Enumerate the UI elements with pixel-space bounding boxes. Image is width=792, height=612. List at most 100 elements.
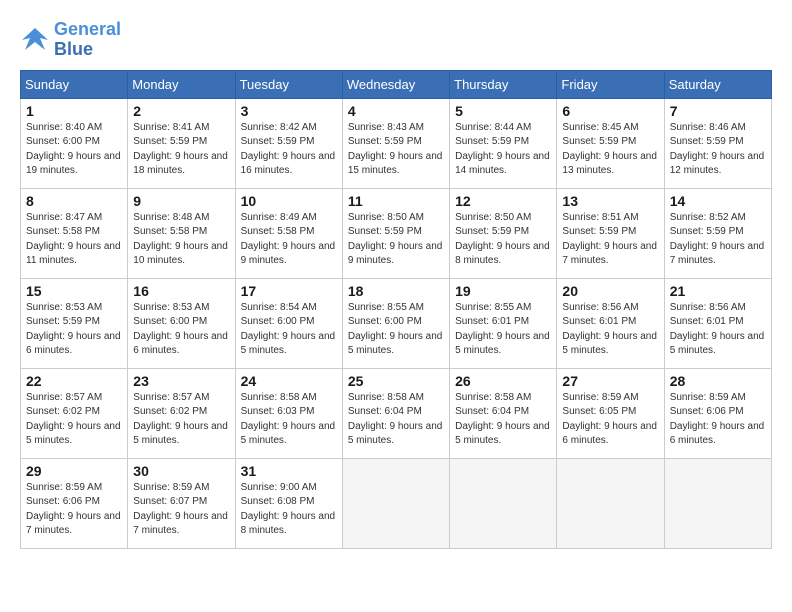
calendar-day-cell: 9 Sunrise: 8:48 AMSunset: 5:58 PMDaylight… <box>128 188 235 278</box>
calendar-day-cell: 17Sunrise: 8:54 AMSunset: 6:00 PMDayligh… <box>235 278 342 368</box>
calendar-day-cell: 15 Sunrise: 8:53 AMSunset: 5:59 PMDayligh… <box>21 278 128 368</box>
day-info: Sunrise: 8:49 AMSunset: 5:58 PMDaylight:… <box>241 211 337 269</box>
day-number: 9 <box>133 193 229 209</box>
day-number: 31 <box>241 463 337 479</box>
calendar-day-cell <box>342 458 449 548</box>
calendar-header-row: SundayMondayTuesdayWednesdayThursdayFrid… <box>21 70 772 98</box>
day-number: 2 <box>133 103 229 119</box>
calendar-header-day: Monday <box>128 70 235 98</box>
calendar-header-day: Wednesday <box>342 70 449 98</box>
day-number: 17 <box>241 283 337 299</box>
day-number: 11 <box>348 193 444 209</box>
logo-icon <box>20 26 50 54</box>
calendar-day-cell: 28Sunrise: 8:59 AMSunset: 6:06 PMDayligh… <box>664 368 771 458</box>
day-number: 22 <box>26 373 122 389</box>
calendar-day-cell: 12Sunrise: 8:50 AMSunset: 5:59 PMDayligh… <box>450 188 557 278</box>
logo: General Blue <box>20 20 121 60</box>
day-info: Sunrise: 8:44 AMSunset: 5:59 PMDaylight:… <box>455 121 551 179</box>
calendar-day-cell: 14 Sunrise: 8:52 AMSunset: 5:59 PMDayligh… <box>664 188 771 278</box>
calendar-day-cell: 4 Sunrise: 8:43 AMSunset: 5:59 PMDaylight… <box>342 98 449 188</box>
calendar-day-cell: 11Sunrise: 8:50 AMSunset: 5:59 PMDayligh… <box>342 188 449 278</box>
calendar-body: 1Sunrise: 8:40 AMSunset: 6:00 PMDaylight… <box>21 98 772 548</box>
calendar-header-day: Tuesday <box>235 70 342 98</box>
day-number: 8 <box>26 193 122 209</box>
calendar-day-cell <box>557 458 664 548</box>
calendar-header-day: Thursday <box>450 70 557 98</box>
calendar-day-cell: 18 Sunrise: 8:55 AMSunset: 6:00 PMDayligh… <box>342 278 449 368</box>
day-number: 20 <box>562 283 658 299</box>
calendar-day-cell: 20 Sunrise: 8:56 AMSunset: 6:01 PMDayligh… <box>557 278 664 368</box>
calendar-day-cell: 25 Sunrise: 8:58 AMSunset: 6:04 PMDayligh… <box>342 368 449 458</box>
calendar-header-day: Saturday <box>664 70 771 98</box>
day-info: Sunrise: 8:43 AMSunset: 5:59 PMDaylight:… <box>348 121 444 179</box>
calendar-week-row: 29Sunrise: 8:59 AMSunset: 6:06 PMDayligh… <box>21 458 772 548</box>
day-info: Sunrise: 8:58 AMSunset: 6:04 PMDaylight:… <box>348 391 444 449</box>
day-info: Sunrise: 8:45 AMSunset: 5:59 PMDaylight:… <box>562 121 658 179</box>
day-info: Sunrise: 8:55 AMSunset: 6:00 PMDaylight:… <box>348 301 444 359</box>
day-number: 23 <box>133 373 229 389</box>
day-number: 5 <box>455 103 551 119</box>
calendar-day-cell: 10 Sunrise: 8:49 AMSunset: 5:58 PMDayligh… <box>235 188 342 278</box>
day-number: 12 <box>455 193 551 209</box>
day-number: 24 <box>241 373 337 389</box>
day-number: 25 <box>348 373 444 389</box>
calendar-day-cell: 16 Sunrise: 8:53 AMSunset: 6:00 PMDayligh… <box>128 278 235 368</box>
day-number: 18 <box>348 283 444 299</box>
calendar-day-cell <box>664 458 771 548</box>
calendar-day-cell: 8Sunrise: 8:47 AMSunset: 5:58 PMDaylight… <box>21 188 128 278</box>
calendar-day-cell: 22 Sunrise: 8:57 AMSunset: 6:02 PMDayligh… <box>21 368 128 458</box>
day-info: Sunrise: 8:48 AMSunset: 5:58 PMDaylight:… <box>133 211 229 269</box>
calendar-day-cell: 30 Sunrise: 8:59 AMSunset: 6:07 PMDayligh… <box>128 458 235 548</box>
calendar-day-cell: 23Sunrise: 8:57 AMSunset: 6:02 PMDayligh… <box>128 368 235 458</box>
day-number: 10 <box>241 193 337 209</box>
day-info: Sunrise: 8:57 AMSunset: 6:02 PMDaylight:… <box>26 391 122 449</box>
day-info: Sunrise: 8:56 AMSunset: 6:01 PMDaylight:… <box>562 301 658 359</box>
day-number: 6 <box>562 103 658 119</box>
day-number: 14 <box>670 193 766 209</box>
day-number: 4 <box>348 103 444 119</box>
calendar-day-cell: 5 Sunrise: 8:44 AMSunset: 5:59 PMDaylight… <box>450 98 557 188</box>
day-info: Sunrise: 8:58 AMSunset: 6:03 PMDaylight:… <box>241 391 337 449</box>
day-info: Sunrise: 8:58 AMSunset: 6:04 PMDaylight:… <box>455 391 551 449</box>
day-number: 27 <box>562 373 658 389</box>
calendar-week-row: 8Sunrise: 8:47 AMSunset: 5:58 PMDaylight… <box>21 188 772 278</box>
day-info: Sunrise: 8:59 AMSunset: 6:05 PMDaylight:… <box>562 391 658 449</box>
day-number: 16 <box>133 283 229 299</box>
day-info: Sunrise: 8:56 AMSunset: 6:01 PMDaylight:… <box>670 301 766 359</box>
calendar-day-cell: 13 Sunrise: 8:51 AMSunset: 5:59 PMDayligh… <box>557 188 664 278</box>
day-info: Sunrise: 9:00 AMSunset: 6:08 PMDaylight:… <box>241 481 337 539</box>
calendar-day-cell: 19 Sunrise: 8:55 AMSunset: 6:01 PMDayligh… <box>450 278 557 368</box>
day-info: Sunrise: 8:51 AMSunset: 5:59 PMDaylight:… <box>562 211 658 269</box>
day-number: 13 <box>562 193 658 209</box>
day-info: Sunrise: 8:46 AMSunset: 5:59 PMDaylight:… <box>670 121 766 179</box>
calendar-day-cell: 1Sunrise: 8:40 AMSunset: 6:00 PMDaylight… <box>21 98 128 188</box>
day-info: Sunrise: 8:53 AMSunset: 6:00 PMDaylight:… <box>133 301 229 359</box>
calendar-day-cell: 27 Sunrise: 8:59 AMSunset: 6:05 PMDayligh… <box>557 368 664 458</box>
day-number: 30 <box>133 463 229 479</box>
calendar-week-row: 15 Sunrise: 8:53 AMSunset: 5:59 PMDayligh… <box>21 278 772 368</box>
calendar-day-cell: 21 Sunrise: 8:56 AMSunset: 6:01 PMDayligh… <box>664 278 771 368</box>
calendar-day-cell: 31 Sunrise: 9:00 AMSunset: 6:08 PMDayligh… <box>235 458 342 548</box>
calendar-day-cell: 24 Sunrise: 8:58 AMSunset: 6:03 PMDayligh… <box>235 368 342 458</box>
day-number: 26 <box>455 373 551 389</box>
day-info: Sunrise: 8:52 AMSunset: 5:59 PMDaylight:… <box>670 211 766 269</box>
day-info: Sunrise: 8:59 AMSunset: 6:07 PMDaylight:… <box>133 481 229 539</box>
day-info: Sunrise: 8:53 AMSunset: 5:59 PMDaylight:… <box>26 301 122 359</box>
day-number: 15 <box>26 283 122 299</box>
calendar-day-cell: 7Sunrise: 8:46 AMSunset: 5:59 PMDaylight… <box>664 98 771 188</box>
day-number: 28 <box>670 373 766 389</box>
calendar-day-cell <box>450 458 557 548</box>
day-info: Sunrise: 8:59 AMSunset: 6:06 PMDaylight:… <box>26 481 122 539</box>
calendar-week-row: 22 Sunrise: 8:57 AMSunset: 6:02 PMDayligh… <box>21 368 772 458</box>
day-number: 19 <box>455 283 551 299</box>
day-info: Sunrise: 8:42 AMSunset: 5:59 PMDaylight:… <box>241 121 337 179</box>
day-info: Sunrise: 8:55 AMSunset: 6:01 PMDaylight:… <box>455 301 551 359</box>
calendar-header-day: Sunday <box>21 70 128 98</box>
calendar-table: SundayMondayTuesdayWednesdayThursdayFrid… <box>20 70 772 549</box>
day-number: 1 <box>26 103 122 119</box>
day-number: 3 <box>241 103 337 119</box>
day-number: 21 <box>670 283 766 299</box>
calendar-day-cell: 6 Sunrise: 8:45 AMSunset: 5:59 PMDaylight… <box>557 98 664 188</box>
calendar-day-cell: 26 Sunrise: 8:58 AMSunset: 6:04 PMDayligh… <box>450 368 557 458</box>
calendar-day-cell: 29Sunrise: 8:59 AMSunset: 6:06 PMDayligh… <box>21 458 128 548</box>
